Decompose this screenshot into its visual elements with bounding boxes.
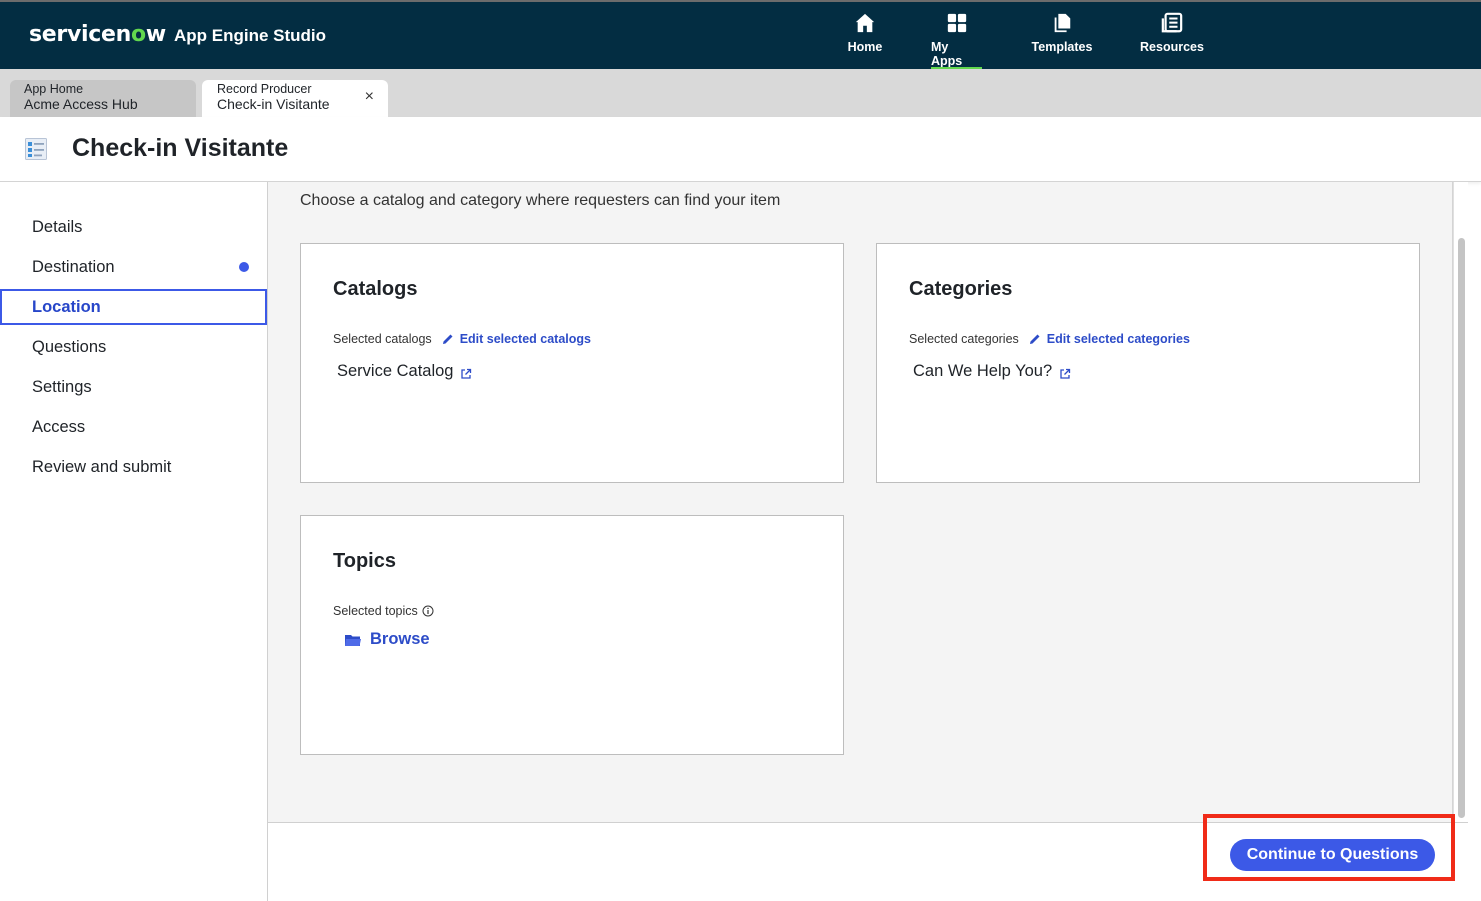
selected-topics-row: Selected topics [333,604,434,618]
close-tab-icon[interactable]: × [365,88,374,106]
resources-icon [1161,12,1183,33]
logo-text-suffix: w [145,22,166,47]
topics-card: Topics Selected topics Browse [300,515,844,755]
nav-home[interactable]: Home [848,12,882,70]
edit-selected-catalogs-link[interactable]: Edit selected catalogs [442,332,591,346]
record-producer-icon [25,138,47,160]
step-questions-label: Questions [32,338,107,356]
pencil-icon [1029,334,1040,344]
top-navigation-bar: servicenow App Engine Studio Home My App… [0,0,1481,71]
step-sidebar: Details Destination Location Questions S… [0,182,268,901]
main-content: Choose a catalog and category where requ… [268,182,1453,822]
step-settings-label: Settings [32,378,92,396]
edit-selected-catalogs-label: Edit selected catalogs [459,332,591,346]
nav-my-apps[interactable]: My Apps [931,12,982,71]
catalogs-card: Catalogs Selected catalogs Edit selected… [300,243,844,483]
step-location[interactable]: Location [0,289,267,325]
step-review-and-submit[interactable]: Review and submit [0,449,267,485]
catalogs-title: Catalogs [333,278,418,300]
step-destination[interactable]: Destination [0,249,267,285]
tab-app-home-type: App Home [24,82,84,96]
tab-app-home[interactable]: App Home Acme Access Hub [10,80,196,117]
servicenow-logo[interactable]: servicenow [29,22,166,47]
home-icon [855,13,875,33]
categories-title: Categories [909,278,1013,300]
status-dot [239,262,249,272]
pencil-icon [442,334,453,344]
tab-record-producer-name: Check-in Visitante [217,96,330,112]
templates-icon [1054,13,1071,33]
edit-selected-categories-label: Edit selected categories [1046,332,1190,346]
external-link-icon[interactable] [460,368,472,380]
main-scrollbar[interactable] [1453,182,1468,822]
page-header: Check-in Visitante [0,117,1481,182]
continue-to-questions-button[interactable]: Continue to Questions [1230,839,1435,871]
category-value[interactable]: Can We Help You? [913,362,1071,381]
grid-icon [947,13,966,33]
scrollbar-thumb[interactable] [1458,238,1465,818]
topics-title: Topics [333,550,396,572]
nav-home-label: Home [847,40,883,54]
logo-text-prefix: servicen [29,22,131,47]
browse-topics-button[interactable]: Browse [345,630,430,649]
page-title: Check-in Visitante [72,134,289,162]
selected-categories-label: Selected categories [909,332,1019,346]
selected-catalogs-label: Selected catalogs [333,332,432,346]
info-icon[interactable] [422,605,434,617]
step-destination-label: Destination [32,258,115,276]
step-questions[interactable]: Questions [0,329,267,365]
step-details[interactable]: Details [0,209,267,245]
step-settings[interactable]: Settings [0,369,267,405]
category-name: Can We Help You? [913,362,1053,380]
browse-label: Browse [370,630,430,648]
logo-text-o: o [130,22,146,47]
selected-catalogs-row: Selected catalogs Edit selected catalogs [333,332,591,346]
app-engine-studio-title: App Engine Studio [174,26,327,45]
external-link-icon[interactable] [1059,368,1071,380]
nav-resources-label: Resources [1140,40,1204,54]
step-details-label: Details [32,218,83,236]
nav-resources[interactable]: Resources [1140,12,1204,70]
nav-templates-label: Templates [1031,40,1093,54]
tab-record-producer[interactable]: Record Producer Check-in Visitante × [202,80,388,117]
tab-app-home-name: Acme Access Hub [24,96,138,112]
step-review-label: Review and submit [32,458,172,476]
tab-bar: App Home Acme Access Hub Record Producer… [0,69,1481,117]
nav-templates[interactable]: Templates [1030,12,1094,70]
location-instructions: Choose a catalog and category where requ… [300,192,781,209]
step-location-label: Location [32,298,101,316]
catalog-name: Service Catalog [337,362,454,380]
step-access-label: Access [32,418,86,436]
catalog-value[interactable]: Service Catalog [337,362,472,381]
tab-record-producer-type: Record Producer [217,82,312,96]
selected-topics-label: Selected topics [333,604,418,618]
selected-categories-row: Selected categories Edit selected catego… [909,332,1190,346]
folder-icon [345,634,361,646]
step-access[interactable]: Access [0,409,267,445]
nav-my-apps-label: My Apps [931,40,963,68]
categories-card: Categories Selected categories Edit sele… [876,243,1420,483]
edit-selected-categories-link[interactable]: Edit selected categories [1029,332,1190,346]
